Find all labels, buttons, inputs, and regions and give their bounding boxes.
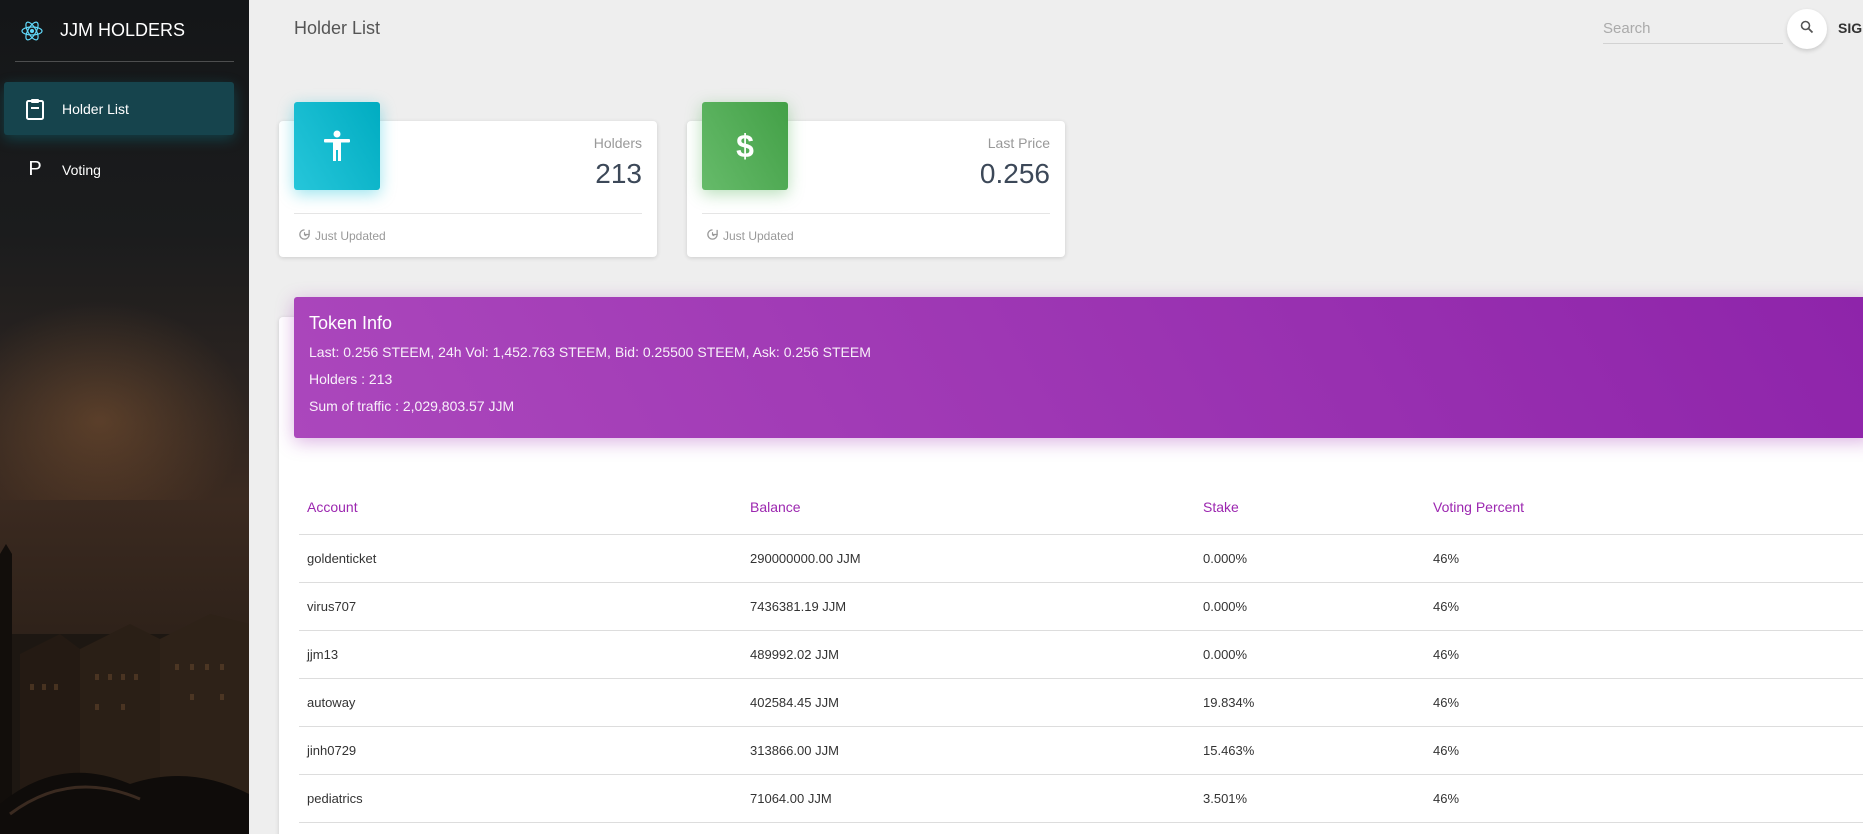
table-row: pediatrics 71064.00 JJM 3.501% 46% [299, 774, 1863, 823]
token-info-market-line: Last: 0.256 STEEM, 24h Vol: 1,452.763 ST… [309, 344, 871, 360]
cell-voting-percent: 46% [1425, 630, 1863, 679]
sidebar-background-glow [0, 300, 249, 500]
column-header-balance[interactable]: Balance [742, 480, 1195, 535]
sidebar: JJM HOLDERS Holder List P Voting [0, 0, 249, 834]
cell-stake: 0.000% [1195, 630, 1425, 679]
card-divider [702, 213, 1050, 214]
cell-voting-percent: 46% [1425, 678, 1863, 727]
token-info-holders-line: Holders : 213 [309, 371, 393, 387]
column-header-voting-percent[interactable]: Voting Percent [1425, 480, 1863, 535]
cell-account: jjm13 [299, 630, 742, 679]
card-footer: Just Updated [298, 228, 386, 244]
table-header-row: Account Balance Stake Voting Percent [299, 480, 1863, 535]
search-button[interactable] [1787, 9, 1827, 49]
cell-account: pediatrics [299, 774, 742, 823]
update-icon [706, 228, 719, 244]
page-title: Holder List [294, 18, 381, 38]
cell-balance: 290000000.00 JJM [742, 534, 1195, 583]
table-row: autoway 402584.45 JJM 19.834% 46% [299, 678, 1863, 727]
cell-stake: 0.000% [1195, 582, 1425, 631]
column-header-account[interactable]: Account [299, 480, 742, 535]
brand-title: JJM HOLDERS [60, 20, 186, 40]
cell-account: autoway [299, 678, 742, 727]
sign-in-link[interactable]: SIGN [1838, 20, 1863, 36]
cell-voting-percent: 46% [1425, 582, 1863, 631]
voting-letter-icon: P [28, 158, 42, 180]
card-value: 0.256 [979, 158, 1050, 189]
search-icon [1800, 20, 1814, 39]
search-input[interactable] [1603, 14, 1783, 43]
cell-account: jinh0729 [299, 726, 742, 775]
holders-card: Holders 213 Just Updated [279, 102, 657, 257]
holders-table: Account Balance Stake Voting Percent gol… [299, 480, 1863, 823]
cell-balance: 402584.45 JJM [742, 678, 1195, 727]
card-footer-text: Just Updated [315, 229, 386, 243]
cell-balance: 7436381.19 JJM [742, 582, 1195, 631]
cell-stake: 15.463% [1195, 726, 1425, 775]
last-price-card: $ Last Price 0.256 Just Updated [687, 102, 1065, 257]
card-label: Last Price [987, 135, 1050, 151]
card-footer: Just Updated [706, 228, 794, 244]
cell-account: virus707 [299, 582, 742, 631]
cell-account: goldenticket [299, 534, 742, 583]
clipboard-icon [20, 98, 50, 120]
cell-stake: 0.000% [1195, 534, 1425, 583]
token-info-header: Token Info Last: 0.256 STEEM, 24h Vol: 1… [294, 297, 1863, 438]
card-value: 213 [595, 158, 642, 189]
cell-balance: 313866.00 JJM [742, 726, 1195, 775]
cell-voting-percent: 46% [1425, 774, 1863, 823]
update-icon [298, 228, 311, 244]
cell-stake: 3.501% [1195, 774, 1425, 823]
sidebar-item-label: Holder List [62, 100, 129, 117]
card-footer-text: Just Updated [723, 229, 794, 243]
cell-stake: 19.834% [1195, 678, 1425, 727]
token-info-title: Token Info [309, 313, 393, 333]
sidebar-background-image [0, 544, 249, 834]
sidebar-item-voting[interactable]: P Voting [4, 143, 234, 196]
brand-divider [15, 61, 234, 62]
token-info-traffic-line: Sum of traffic : 2,029,803.57 JJM [309, 398, 515, 414]
dollar-icon: $ [702, 102, 788, 190]
card-label: Holders [593, 135, 642, 151]
cell-voting-percent: 46% [1425, 726, 1863, 775]
sidebar-item-label: Voting [62, 161, 101, 178]
accessibility-icon [294, 102, 380, 190]
column-header-stake[interactable]: Stake [1195, 480, 1425, 535]
card-divider [294, 213, 642, 214]
sidebar-item-holder-list[interactable]: Holder List [4, 82, 234, 135]
cell-balance: 489992.02 JJM [742, 630, 1195, 679]
table-row: goldenticket 290000000.00 JJM 0.000% 46% [299, 534, 1863, 583]
table-row: jinh0729 313866.00 JJM 15.463% 46% [299, 726, 1863, 775]
react-logo-icon [18, 17, 46, 45]
cell-voting-percent: 46% [1425, 534, 1863, 583]
table-row: jjm13 489992.02 JJM 0.000% 46% [299, 630, 1863, 679]
svg-text:$: $ [736, 129, 754, 163]
search-field[interactable] [1603, 14, 1783, 44]
table-row: virus707 7436381.19 JJM 0.000% 46% [299, 582, 1863, 631]
cell-balance: 71064.00 JJM [742, 774, 1195, 823]
brand[interactable]: JJM HOLDERS [0, 0, 249, 61]
